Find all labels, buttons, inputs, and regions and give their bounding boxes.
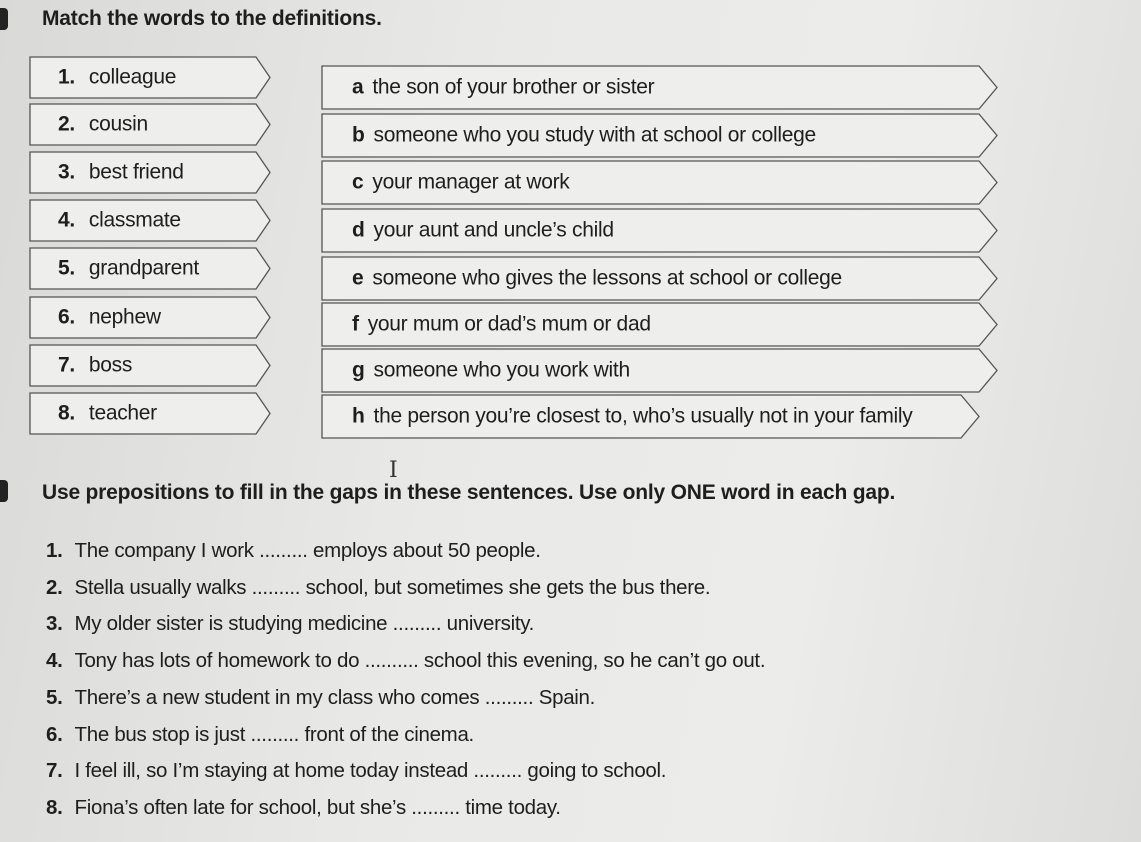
section1-title: Match the words to the deﬁnitions. xyxy=(42,7,382,30)
item-text: the son of your brother or sister xyxy=(372,75,655,99)
sentence-text: Fiona’s often late for school, but she’s… xyxy=(74,795,562,819)
item-text: nephew xyxy=(88,305,161,329)
box-text: 6. nephew xyxy=(58,305,161,329)
sentence-item: 8. Fiona’s often late for school, but she… xyxy=(46,796,561,820)
box-text: g someone who you work with xyxy=(352,358,630,382)
item-text: cousin xyxy=(88,112,148,136)
definition-box: a the son of your brother or sister xyxy=(321,65,998,110)
item-label: d xyxy=(352,218,365,242)
sentence-item: 3. My older sister is studying medicine .… xyxy=(46,612,534,636)
item-text: classmate xyxy=(88,208,181,232)
sentence-item: 6. The bus stop is just ......... front o… xyxy=(46,723,474,747)
box-text: b someone who you study with at school or… xyxy=(352,123,816,147)
sentence-text: Stella usually walks ......... school, b… xyxy=(74,575,711,599)
item-label: f xyxy=(352,312,359,336)
word-box: 7. boss xyxy=(29,344,271,387)
item-text: boss xyxy=(88,353,133,377)
sentence-text: Tony has lots of homework to do ........… xyxy=(74,649,766,673)
box-text: d your aunt and uncle’s child xyxy=(352,218,614,242)
box-text: 5. grandparent xyxy=(58,256,199,280)
sentence-item: 7. I feel ill, so I’m staying at home tod… xyxy=(46,759,666,783)
sentence-item: 4. Tony has lots of homework to do ......… xyxy=(46,649,766,673)
sentence-number: 2. xyxy=(46,575,63,599)
word-box: 5. grandparent xyxy=(29,247,271,290)
item-text: teacher xyxy=(88,401,157,425)
definition-box: g someone who you work with xyxy=(321,348,998,393)
box-text: c your manager at work xyxy=(352,170,570,194)
section-marker xyxy=(0,480,8,502)
sentence-number: 7. xyxy=(46,759,63,783)
word-box: 2. cousin xyxy=(29,103,271,146)
text-cursor-icon: I xyxy=(389,458,398,483)
section2-title: Use prepositions to fill in the gaps in … xyxy=(42,481,896,504)
word-box: 8. teacher xyxy=(29,392,271,435)
sentence-number: 1. xyxy=(46,539,63,562)
item-label: g xyxy=(352,358,365,382)
item-label: b xyxy=(352,123,365,147)
definition-box: c your manager at work xyxy=(321,160,998,205)
box-text: 4. classmate xyxy=(58,208,181,232)
sentence-number: 4. xyxy=(46,649,63,673)
sentence-number: 8. xyxy=(46,795,63,819)
item-label: 1. xyxy=(58,65,75,89)
sentence-item: 5. There’s a new student in my class who … xyxy=(46,686,595,710)
box-text: 2. cousin xyxy=(58,112,148,136)
item-label: h xyxy=(352,404,365,428)
item-label: 8. xyxy=(58,401,75,425)
sentence-number: 5. xyxy=(46,685,63,709)
box-text: 1. colleague xyxy=(58,65,176,89)
item-label: 2. xyxy=(58,112,75,136)
section-marker xyxy=(0,8,8,30)
item-text: your mum or dad’s mum or dad xyxy=(367,312,651,336)
item-text: someone who you study with at school or … xyxy=(373,123,817,147)
sentence-text: The company I work ......... employs abo… xyxy=(74,539,541,562)
item-text: your aunt and uncle’s child xyxy=(373,218,614,242)
item-text: someone who gives the lessons at school … xyxy=(372,266,842,290)
sentence-item: 2. Stella usually walks ......... school,… xyxy=(46,575,711,600)
sentence-number: 6. xyxy=(46,722,63,746)
box-text: f your mum or dad’s mum or dad xyxy=(352,312,651,336)
definition-box: b someone who you study with at school or… xyxy=(321,113,998,158)
sentence-text: My older sister is studying medicine ...… xyxy=(74,612,535,636)
box-text: 3. best friend xyxy=(58,160,184,184)
box-text: e someone who gives the lessons at school… xyxy=(352,266,842,290)
definition-box: e someone who gives the lessons at school… xyxy=(321,256,998,301)
sentence-number: 3. xyxy=(46,612,63,636)
item-text: best friend xyxy=(88,160,184,184)
item-label: a xyxy=(352,75,364,99)
sentence-text: There’s a new student in my class who co… xyxy=(74,685,596,709)
item-label: 3. xyxy=(58,160,75,184)
definition-box: h the person you’re closest to, who’s usu… xyxy=(321,394,980,439)
item-label: e xyxy=(352,266,364,290)
word-box: 3. best friend xyxy=(29,151,271,194)
item-text: the person you’re closest to, who’s usua… xyxy=(373,404,913,428)
item-text: your manager at work xyxy=(372,170,570,194)
definition-box: f your mum or dad’s mum or dad xyxy=(321,302,998,347)
box-text: 7. boss xyxy=(58,353,132,377)
item-text: colleague xyxy=(88,65,177,89)
item-label: 7. xyxy=(58,353,75,377)
sentence-text: I feel ill, so I’m staying at home today… xyxy=(74,759,667,783)
item-label: 4. xyxy=(58,208,75,232)
box-text: h the person you’re closest to, who’s usu… xyxy=(352,404,913,428)
item-label: 5. xyxy=(58,256,75,280)
definition-box: d your aunt and uncle’s child xyxy=(321,208,998,253)
word-box: 6. nephew xyxy=(29,296,271,339)
item-label: c xyxy=(352,170,364,194)
word-box: 4. classmate xyxy=(29,199,271,242)
sentence-item: 1. The company I work ......... employs a… xyxy=(46,539,541,563)
word-box: 1. colleague xyxy=(29,56,271,99)
box-text: a the son of your brother or sister xyxy=(352,75,655,99)
sentence-text: The bus stop is just ......... front of … xyxy=(74,722,475,746)
item-text: grandparent xyxy=(88,256,199,280)
item-text: someone who you work with xyxy=(373,358,631,382)
item-label: 6. xyxy=(58,305,75,329)
box-text: 8. teacher xyxy=(58,401,157,425)
